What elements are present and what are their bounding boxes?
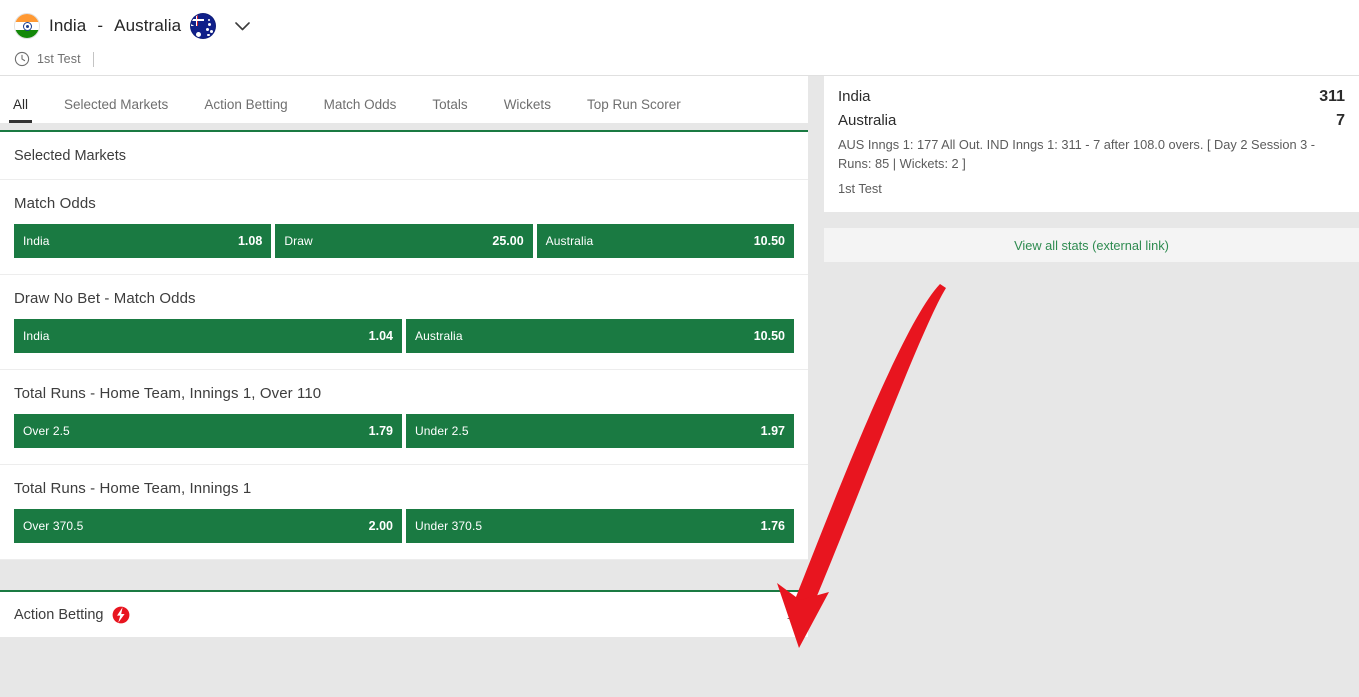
market-name: Total Runs - Home Team, Innings 1, Over … [14, 385, 322, 402]
match-stage-label: 1st Test [37, 52, 81, 66]
scoreboard-match-stage: 1st Test [838, 181, 882, 197]
odds-label: Over 370.5 [23, 519, 84, 533]
market-name: Match Odds [14, 195, 96, 212]
section-title: Selected Markets [0, 132, 808, 180]
selected-markets-card: Selected Markets Match Odds India 1.08 D… [0, 130, 808, 560]
odds-value: 1.04 [368, 329, 393, 343]
tab-totals[interactable]: Totals [432, 97, 467, 123]
odds-value: 25.00 [492, 234, 524, 248]
score-team-name: India [838, 88, 871, 105]
action-betting-row[interactable]: Action Betting 1 [0, 590, 808, 637]
view-all-stats-button[interactable]: View all stats (external link) [824, 228, 1359, 263]
score-row: Australia 7 [838, 112, 1345, 130]
odds-button[interactable]: Australia 10.50 [536, 224, 794, 258]
odds-label: India [23, 234, 50, 248]
odds-value: 1.79 [368, 424, 393, 438]
scoreboard-column: India 311 Australia 7 AUS Inngs 1: 177 A… [824, 76, 1359, 263]
market-block: Total Runs - Home Team, Innings 1, Over … [0, 370, 808, 465]
action-betting-count: 1 [786, 607, 794, 622]
scoreboard-card: India 311 Australia 7 AUS Inngs 1: 177 A… [824, 76, 1359, 213]
market-block: Match Odds India 1.08 Draw 25.00 Austral… [0, 180, 808, 275]
odds-row: Over 370.5 2.00 Under 370.5 1.76 [0, 509, 808, 559]
odds-value: 10.50 [753, 329, 785, 343]
odds-label: Draw [284, 234, 313, 248]
clock-icon [14, 51, 30, 67]
scoreboard-description: AUS Inngs 1: 177 All Out. IND Inngs 1: 3… [838, 137, 1316, 171]
markets-column: All Selected Markets Action Betting Matc… [0, 76, 808, 637]
odds-row: India 1.08 Draw 25.00 Australia 10.50 [0, 224, 808, 274]
section-gap [0, 560, 808, 590]
odds-value: 1.08 [237, 234, 263, 248]
odds-label: Under 2.5 [415, 424, 469, 438]
odds-row: Over 2.5 1.79 Under 2.5 1.97 [0, 414, 808, 464]
odds-label: Under 370.5 [415, 519, 483, 533]
market-name: Total Runs - Home Team, Innings 1 [14, 480, 252, 497]
market-tabs-bar: All Selected Markets Action Betting Matc… [0, 76, 808, 123]
australia-flag-icon [190, 13, 217, 39]
india-flag-icon [14, 13, 40, 39]
match-header: India - Australia 1st Test [0, 0, 1359, 76]
odds-row: India 1.04 Australia 10.50 [0, 319, 808, 369]
odds-button[interactable]: Over 370.5 2.00 [14, 509, 402, 543]
odds-button[interactable]: Over 2.5 1.79 [14, 414, 402, 448]
score-team-name: Australia [838, 112, 897, 129]
score-value: 311 [1319, 88, 1345, 105]
odds-button[interactable]: Draw 25.00 [275, 224, 533, 258]
odds-button[interactable]: Under 2.5 1.97 [406, 414, 794, 448]
tabs-divider [0, 123, 808, 130]
tab-action-betting[interactable]: Action Betting [204, 97, 287, 123]
subtitle-divider [92, 51, 94, 67]
action-betting-label: Action Betting [14, 606, 104, 623]
odds-button[interactable]: India 1.08 [14, 224, 272, 258]
view-all-stats-label: View all stats (external link) [1014, 237, 1169, 253]
tab-top-run-scorer[interactable]: Top Run Scorer [587, 97, 681, 123]
market-block: Draw No Bet - Match Odds India 1.04 Aust… [0, 275, 808, 370]
home-team-name: India [49, 16, 87, 35]
market-name: Draw No Bet - Match Odds [14, 290, 196, 307]
chevron-down-icon[interactable] [234, 18, 250, 34]
odds-label: Australia [415, 329, 463, 343]
tab-wickets[interactable]: Wickets [504, 97, 551, 123]
tab-match-odds[interactable]: Match Odds [324, 97, 397, 123]
lightning-bolt-icon [112, 606, 130, 624]
away-team-name: Australia [114, 16, 182, 35]
odds-button[interactable]: Australia 10.50 [406, 319, 794, 353]
score-value: 7 [1336, 112, 1345, 129]
odds-value: 10.50 [753, 234, 785, 248]
market-block: Total Runs - Home Team, Innings 1 Over 3… [0, 465, 808, 560]
odds-label: Over 2.5 [23, 424, 70, 438]
market-tabs: All Selected Markets Action Betting Matc… [8, 76, 808, 123]
match-subtitle-row: 1st Test [14, 49, 1359, 69]
team-separator: - [97, 16, 104, 35]
odds-button[interactable]: India 1.04 [14, 319, 402, 353]
odds-label: Australia [545, 234, 594, 248]
score-row: India 311 [838, 88, 1345, 106]
odds-button[interactable]: Under 370.5 1.76 [406, 509, 794, 543]
match-betting-page: India - Australia 1st Test All Selected … [0, 0, 1359, 697]
odds-value: 1.76 [760, 519, 785, 533]
tab-selected-markets[interactable]: Selected Markets [64, 97, 168, 123]
content-area: All Selected Markets Action Betting Matc… [0, 76, 1359, 697]
odds-label: India [23, 329, 50, 343]
match-title-row: India - Australia [14, 10, 1359, 42]
tab-all[interactable]: All [8, 97, 33, 123]
odds-value: 1.97 [760, 424, 785, 438]
odds-value: 2.00 [368, 519, 393, 533]
